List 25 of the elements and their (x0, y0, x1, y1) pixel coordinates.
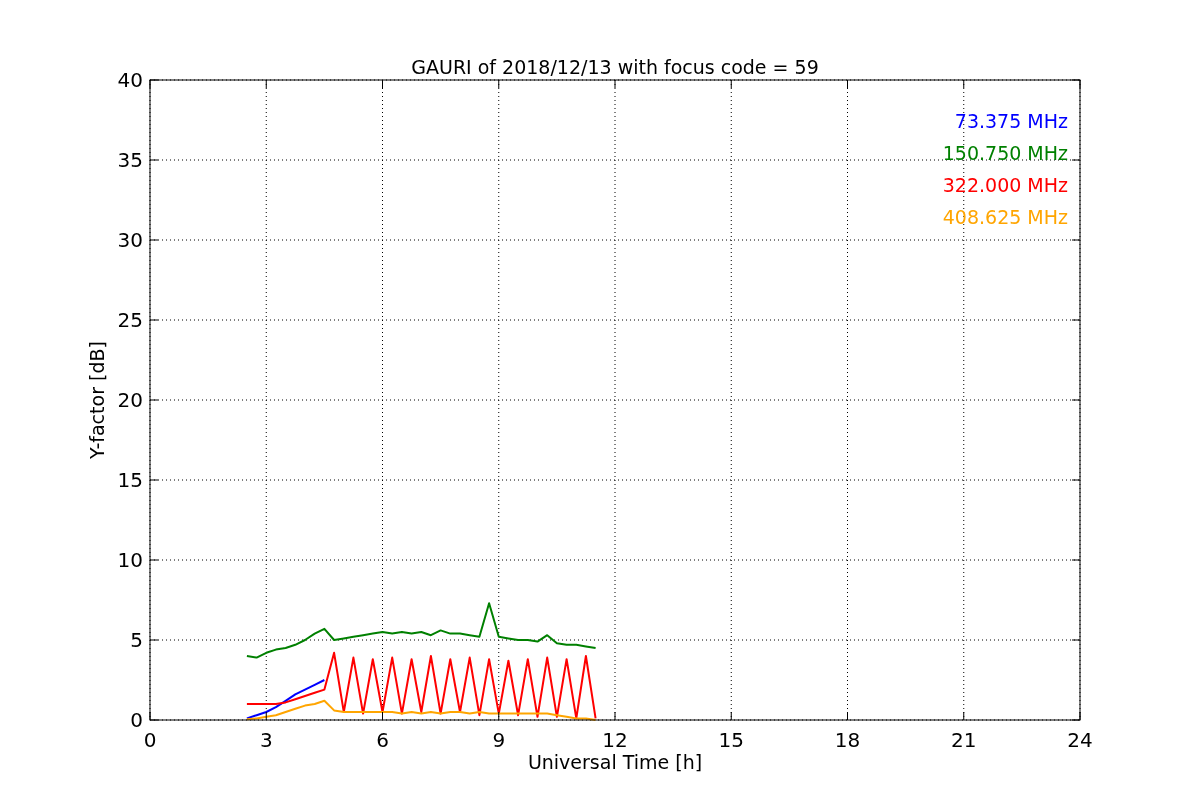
chart-title: GAURI of 2018/12/13 with focus code = 59 (411, 56, 819, 78)
y-tick-label: 40 (117, 68, 143, 92)
y-tick-label: 20 (117, 388, 143, 412)
legend-label: 322.000 MHz (942, 174, 1068, 196)
x-tick-label: 6 (376, 728, 389, 752)
legend-label: 150.750 MHz (942, 142, 1068, 164)
y-tick-label: 5 (130, 628, 143, 652)
y-tick-label: 25 (117, 308, 143, 332)
legend-label: 73.375 MHz (954, 110, 1068, 132)
y-tick-label: 15 (117, 468, 143, 492)
x-tick-label: 15 (718, 728, 744, 752)
legend-label: 408.625 MHz (942, 206, 1068, 228)
x-axis-label: Universal Time [h] (527, 751, 703, 773)
y-axis-label: Y-factor [dB] (86, 341, 108, 459)
y-tick-label: 0 (130, 708, 143, 732)
x-tick-label: 9 (492, 728, 506, 752)
x-tick-label: 12 (602, 728, 628, 752)
x-tick-label: 21 (951, 728, 977, 752)
y-tick-label: 10 (117, 548, 143, 572)
y-tick-label: 35 (117, 148, 143, 172)
y-tick-label: 30 (117, 228, 143, 252)
x-tick-label: 24 (1067, 728, 1093, 752)
x-tick-label: 3 (259, 728, 273, 752)
x-tick-label: 18 (834, 728, 861, 752)
x-tick-label: 0 (143, 728, 157, 752)
